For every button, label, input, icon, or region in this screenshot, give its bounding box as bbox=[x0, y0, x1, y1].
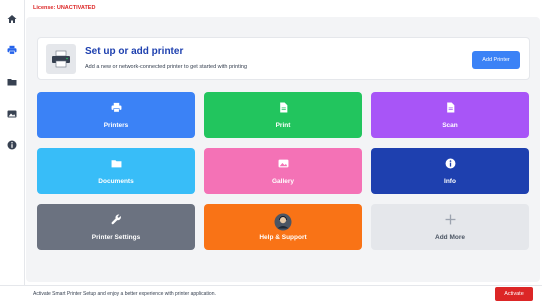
setup-title: Set up or add printer bbox=[85, 46, 184, 57]
setup-printer-card: Set up or add printer Add a new or netwo… bbox=[37, 37, 530, 80]
wrench-icon bbox=[110, 214, 122, 226]
info-icon bbox=[444, 158, 456, 170]
tile-info[interactable]: Info bbox=[371, 148, 529, 194]
tile-scan[interactable]: Scan bbox=[371, 92, 529, 138]
tile-print[interactable]: Print bbox=[204, 92, 362, 138]
tile-printers[interactable]: Printers bbox=[37, 92, 195, 138]
tile-label: Scan bbox=[442, 121, 458, 129]
tile-label: Documents bbox=[98, 177, 134, 185]
tile-label: Printers bbox=[103, 121, 129, 129]
activate-button[interactable]: Activate bbox=[495, 287, 533, 301]
sidebar bbox=[0, 0, 25, 285]
support-avatar-icon bbox=[274, 213, 292, 231]
add-printer-button[interactable]: Add Printer bbox=[472, 51, 520, 69]
tile-label: Info bbox=[444, 177, 456, 185]
folder-icon bbox=[110, 158, 122, 170]
folder-icon[interactable] bbox=[6, 76, 18, 88]
document-icon bbox=[277, 102, 289, 114]
image-icon[interactable] bbox=[6, 108, 18, 120]
info-icon[interactable] bbox=[6, 139, 18, 151]
setup-description: Add a new or network-connected printer t… bbox=[85, 64, 248, 70]
tile-label: Add More bbox=[435, 233, 465, 241]
tile-label: Print bbox=[275, 121, 291, 129]
printer-icon[interactable] bbox=[6, 44, 18, 56]
tile-gallery[interactable]: Gallery bbox=[204, 148, 362, 194]
tile-documents[interactable]: Documents bbox=[37, 148, 195, 194]
plus-icon bbox=[444, 214, 456, 226]
printer-illustration-icon bbox=[46, 44, 76, 74]
document-icon bbox=[444, 102, 456, 114]
home-icon[interactable] bbox=[6, 13, 18, 25]
footer-message: Activate Smart Printer Setup and enjoy a… bbox=[33, 291, 216, 297]
tile-label: Gallery bbox=[271, 177, 295, 185]
license-status: License: UNACTIVATED bbox=[33, 5, 96, 11]
tile-add-more[interactable]: Add More bbox=[371, 204, 529, 250]
image-icon bbox=[277, 158, 289, 170]
tile-printer-settings[interactable]: Printer Settings bbox=[37, 204, 195, 250]
tile-label: Help & Support bbox=[259, 234, 307, 241]
tile-help-support[interactable]: Help & Support bbox=[204, 204, 362, 250]
tile-label: Printer Settings bbox=[91, 233, 141, 241]
printer-icon bbox=[110, 102, 122, 114]
